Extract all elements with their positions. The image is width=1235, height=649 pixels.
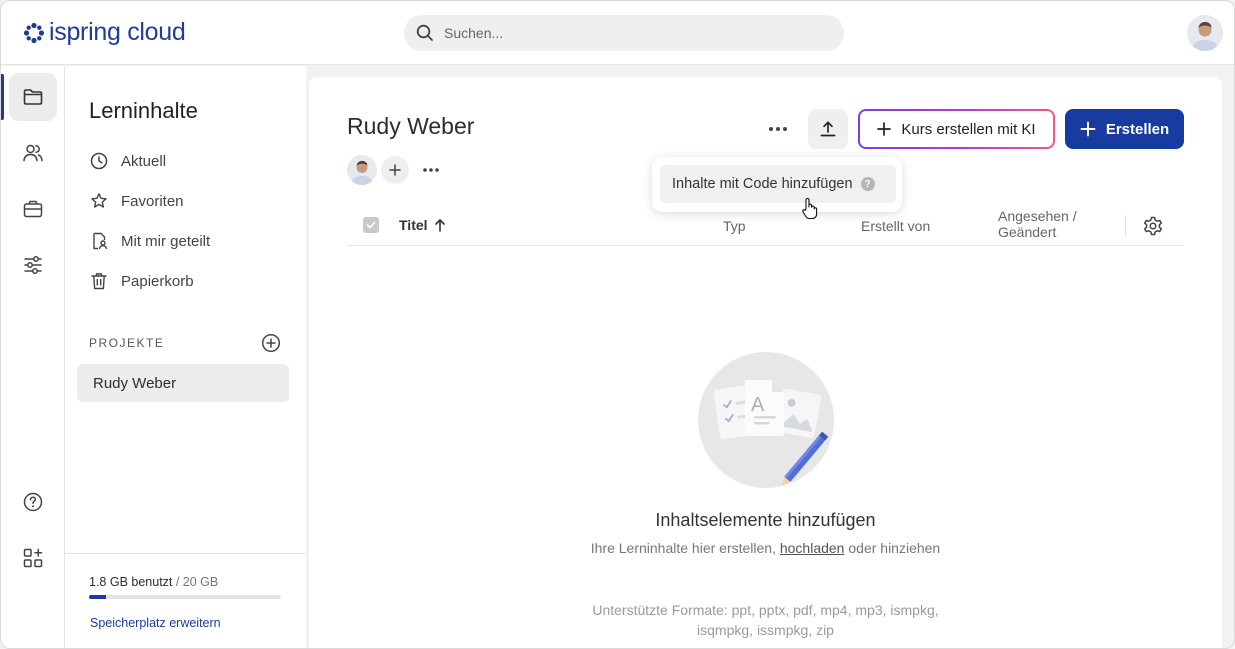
supported-formats-text: Unterstützte Formate: ppt, pptx, pdf, mp…: [592, 602, 939, 638]
active-indicator: [1, 74, 4, 120]
sidebar-item-label: Aktuell: [121, 152, 167, 170]
storage-progress-bar: [89, 595, 281, 599]
trash-icon: [91, 273, 107, 290]
menu-item-label: Inhalte mit Code hinzufügen: [672, 176, 853, 192]
search-input[interactable]: [444, 25, 824, 41]
project-item-rudy-weber[interactable]: Rudy Weber: [77, 364, 289, 402]
rail-settings-button[interactable]: [9, 241, 57, 289]
briefcase-icon: [23, 200, 43, 218]
logo-text: ispring cloud: [49, 18, 186, 46]
shared-doc-icon: [93, 232, 108, 250]
add-member-button[interactable]: [381, 156, 409, 184]
table-header: Titel Typ Erstellt von Angesehen / Geänd…: [347, 207, 1184, 246]
create-course-ai-button[interactable]: Kurs erstellen mit KI: [858, 109, 1055, 149]
empty-sub-after: oder hinziehen: [844, 540, 941, 556]
empty-content-illustration-icon: A: [713, 380, 829, 486]
app-window: ispring cloud Suchen... Lerninhalte Aktu…: [0, 0, 1235, 649]
column-viewed-line1: Angesehen /: [998, 208, 1077, 224]
content-sidebar: Lerninhalte Aktuell Favoriten Mit mir ge…: [65, 66, 306, 648]
more-options-popup: Inhalte mit Code hinzufügen ?: [652, 157, 902, 212]
project-label: Rudy Weber: [93, 374, 177, 392]
hand-cursor-icon: [801, 197, 819, 226]
projects-section-label: PROJEKTE: [89, 336, 165, 350]
column-viewed-line2: Geändert: [998, 224, 1057, 240]
members-more-button[interactable]: [417, 156, 445, 184]
project-members: [347, 155, 445, 185]
logo-asterisk-icon: [23, 22, 45, 43]
storage-total: / 20 GB: [172, 575, 219, 589]
column-header-type[interactable]: Typ: [723, 218, 746, 234]
empty-sub-before: Ihre Lerninhalte hier erstellen,: [590, 540, 780, 556]
icon-rail: [1, 66, 65, 648]
column-header-viewed[interactable]: Angesehen / Geändert: [998, 208, 1098, 240]
more-horizontal-icon: [423, 168, 439, 172]
sliders-icon: [24, 256, 42, 274]
plus-icon: [1080, 121, 1096, 137]
add-project-button[interactable]: [261, 333, 281, 353]
more-horizontal-icon: [769, 127, 787, 131]
folder-icon: [23, 89, 43, 105]
sidebar-item-mit-mir-geteilt[interactable]: Mit mir geteilt: [89, 229, 210, 253]
ai-button-label: Kurs erstellen mit KI: [901, 120, 1036, 138]
empty-state-title: Inhaltselemente hinzufügen: [655, 510, 876, 530]
avatar-portrait-icon: [347, 155, 377, 185]
ispring-cloud-logo[interactable]: ispring cloud: [23, 18, 186, 47]
sidebar-title: Lerninhalte: [89, 98, 198, 123]
column-title-label: Titel: [399, 217, 428, 233]
apps-add-icon: [23, 548, 43, 568]
rail-apps-button[interactable]: [9, 534, 57, 582]
sidebar-item-label: Mit mir geteilt: [121, 232, 211, 250]
gear-icon: [1143, 216, 1163, 236]
star-icon: [91, 193, 107, 208]
column-header-creator[interactable]: Erstellt von: [861, 218, 930, 234]
search-bar[interactable]: [404, 15, 844, 51]
create-button-label: Erstellen: [1105, 120, 1170, 138]
rail-help-button[interactable]: [9, 478, 57, 526]
rail-content-button[interactable]: [9, 73, 57, 121]
plus-icon: [389, 164, 401, 176]
sidebar-item-label: Favoriten: [121, 192, 184, 210]
rail-users-button[interactable]: [9, 129, 57, 177]
sort-ascending-icon: [434, 219, 445, 232]
help-circle-icon: [23, 492, 43, 512]
top-bar: ispring cloud: [1, 1, 1234, 65]
column-divider: [1125, 215, 1126, 237]
column-header-title[interactable]: Titel: [399, 217, 446, 233]
plus-icon: [877, 122, 892, 136]
main-content: Rudy Weber Kurs erstellen mit KI Erstell…: [309, 77, 1222, 648]
sidebar-item-label: Papierkorb: [121, 272, 194, 290]
upload-link[interactable]: hochladen: [780, 540, 845, 556]
upload-icon: [820, 121, 836, 137]
help-icon[interactable]: ?: [860, 177, 875, 191]
select-all-checkbox[interactable]: [363, 217, 379, 233]
expand-storage-link[interactable]: Speicherplatz erweitern: [90, 616, 221, 630]
clock-icon: [90, 152, 108, 170]
plus-circle-icon: [261, 333, 281, 353]
page-title: Rudy Weber: [347, 113, 475, 139]
search-icon: [416, 24, 433, 41]
create-button[interactable]: Erstellen: [1065, 109, 1184, 149]
sidebar-item-papierkorb[interactable]: Papierkorb: [89, 269, 194, 293]
empty-state-subtitle: Ihre Lerninhalte hier erstellen, hochlad…: [309, 540, 1222, 556]
menu-item-add-content-with-code[interactable]: Inhalte mit Code hinzufügen ?: [660, 165, 896, 203]
storage-usage-text: 1.8 GB benutzt / 20 GB: [89, 575, 218, 589]
table-settings-button[interactable]: [1142, 215, 1164, 240]
svg-text:A: A: [751, 394, 765, 416]
storage-panel: 1.8 GB benutzt / 20 GB Speicherplatz erw…: [65, 553, 306, 648]
storage-used: 1.8 GB benutzt: [89, 575, 173, 589]
ai-button-inner: Kurs erstellen mit KI: [860, 111, 1053, 147]
member-avatar[interactable]: [347, 155, 377, 185]
avatar-portrait-icon: [1187, 15, 1223, 51]
rail-learning-button[interactable]: [9, 185, 57, 233]
empty-state-illustration: A: [698, 352, 834, 488]
sidebar-item-favoriten[interactable]: Favoriten: [89, 189, 184, 213]
upload-button[interactable]: [808, 109, 848, 149]
more-options-button[interactable]: [761, 117, 795, 141]
sidebar-item-aktuell[interactable]: Aktuell: [89, 149, 166, 173]
storage-progress-fill: [89, 595, 107, 599]
check-icon: [366, 221, 376, 229]
users-icon: [23, 144, 43, 162]
user-avatar[interactable]: [1187, 15, 1223, 51]
